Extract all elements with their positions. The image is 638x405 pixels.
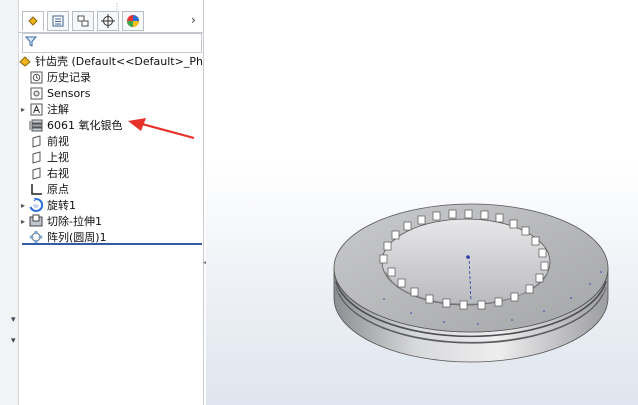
manager-tab-bar: › (18, 8, 203, 33)
gear-housing-model[interactable] (206, 0, 638, 405)
left-side-strip: ▾ ▾ (0, 0, 19, 405)
tab-feature-manager[interactable] (22, 11, 44, 31)
tab-scroll-right-icon[interactable]: › (191, 13, 196, 27)
tree-item-material[interactable]: 6061 氧化银色 (18, 117, 203, 133)
origin-icon (28, 182, 44, 196)
property-manager-icon (52, 15, 64, 27)
tree-item-label: Sensors (47, 86, 91, 100)
sensors-icon (28, 86, 44, 100)
feature-manager-icon (28, 16, 38, 26)
tree-item-origin[interactable]: 原点 (18, 181, 203, 197)
tree-item-label: 旋转1 (47, 199, 76, 212)
tree-item-label: 切除-拉伸1 (47, 215, 102, 228)
tab-property-manager[interactable] (47, 11, 69, 31)
tab-display-manager[interactable] (122, 11, 144, 31)
feature-manager-panel: ▾ ▾ ⋮ › 针齿壳 (Default<<Default>_Photo 历史记… (0, 0, 204, 405)
expand-arrow-icon[interactable]: ▸ (18, 105, 28, 114)
graphics-viewport[interactable] (206, 0, 638, 405)
filter-icon (24, 35, 38, 50)
revolve-icon (28, 198, 44, 212)
cut-extrude-icon (28, 214, 44, 228)
tree-item-sensors[interactable]: Sensors (18, 85, 203, 101)
expand-arrow-icon[interactable]: ▸ (18, 217, 28, 226)
circular-pattern-icon (28, 230, 44, 244)
part-icon (18, 54, 32, 68)
tree-item-top-plane[interactable]: 上视 (18, 149, 203, 165)
tab-configuration-manager[interactable] (72, 11, 94, 31)
tree-root-part[interactable]: 针齿壳 (Default<<Default>_Photo (18, 53, 203, 69)
plane-icon (28, 150, 44, 164)
tab-dimxpert-manager[interactable] (97, 11, 119, 31)
tree-item-cut-extrude[interactable]: ▸ 切除-拉伸1 (18, 213, 203, 229)
tree-item-revolve[interactable]: ▸ 旋转1 (18, 197, 203, 213)
material-icon (28, 118, 44, 132)
tree-item-label: 注解 (47, 103, 69, 116)
tree-item-label: 历史记录 (47, 71, 91, 84)
plane-icon (28, 134, 44, 148)
dimxpert-manager-icon (101, 14, 115, 28)
tree-root-label: 针齿壳 (Default<<Default>_Photo (35, 55, 203, 68)
tree-item-annotations[interactable]: ▸ 注解 (18, 101, 203, 117)
strip-caret-icon[interactable]: ▾ (11, 315, 16, 325)
plane-icon (28, 166, 44, 180)
rollback-bar[interactable] (22, 243, 202, 245)
tree-item-label: 上视 (47, 151, 69, 164)
configuration-manager-icon (77, 15, 89, 27)
strip-caret-icon[interactable]: ▾ (11, 336, 16, 346)
tree-item-label: 右视 (47, 167, 69, 180)
tree-item-label: 原点 (47, 183, 69, 196)
tree-item-label: 6061 氧化银色 (47, 119, 123, 132)
expand-arrow-icon[interactable]: ▸ (18, 201, 28, 210)
tree-item-right-plane[interactable]: 右视 (18, 165, 203, 181)
tree-filter-input[interactable] (22, 33, 202, 53)
history-icon (28, 70, 44, 84)
tree-item-label: 前视 (47, 135, 69, 148)
tree-item-history[interactable]: 历史记录 (18, 69, 203, 85)
annotations-icon (28, 102, 44, 116)
display-manager-icon (127, 15, 139, 27)
tree-item-front-plane[interactable]: 前视 (18, 133, 203, 149)
